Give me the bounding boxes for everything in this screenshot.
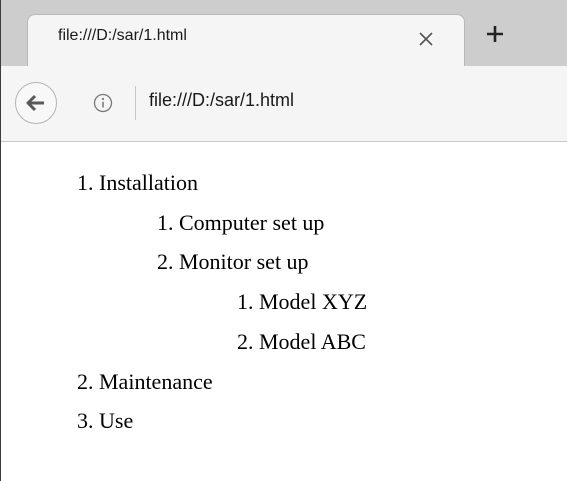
back-button[interactable] [15,82,57,124]
info-icon[interactable] [93,93,113,113]
list-item: 2. Model ABC [237,329,366,354]
back-arrow-icon [26,94,44,112]
list-item: 2. Monitor set up [157,249,309,274]
list-item: 3. Use [77,408,134,433]
tab-current[interactable]: file:///D:/sar/1.html [27,14,465,66]
list-item: 1. Installation [77,170,198,195]
close-icon[interactable] [414,27,438,51]
page-content: 1. Installation 1. Computer set up 2. Mo… [1,142,567,481]
list-item: 1. Model XYZ [237,289,368,314]
browser-window: file:///D:/sar/1.html file:///D:/sar/1.h… [0,0,567,481]
tab-strip: file:///D:/sar/1.html [1,0,567,66]
list-item: 1. Computer set up [157,210,325,235]
url-divider [135,86,136,120]
list-item: 2. Maintenance [77,369,213,394]
plus-icon [487,26,503,42]
url-field[interactable]: file:///D:/sar/1.html [149,90,294,111]
tab-title: file:///D:/sar/1.html [58,27,187,44]
new-tab-button[interactable] [479,18,511,50]
navigation-bar: file:///D:/sar/1.html [1,66,567,142]
